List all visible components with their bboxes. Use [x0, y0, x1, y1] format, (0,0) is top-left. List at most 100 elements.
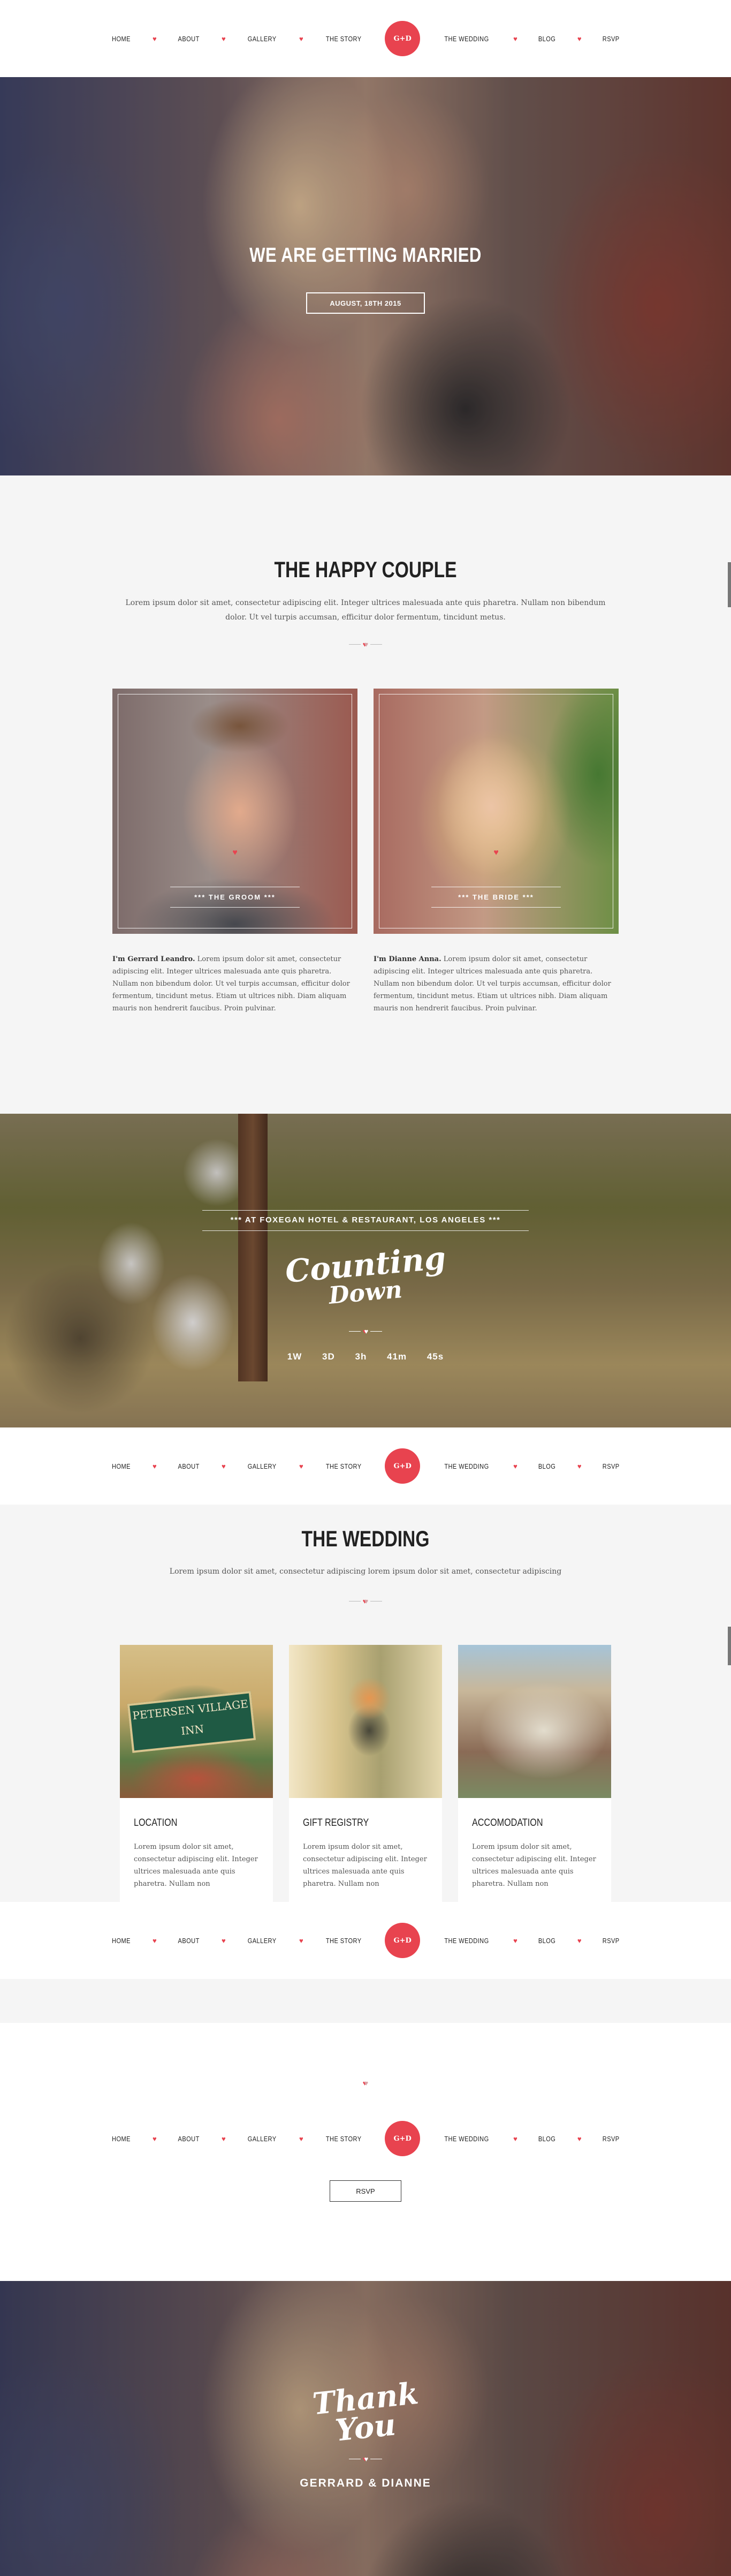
nav-about[interactable]: ABOUT: [178, 35, 199, 43]
logo[interactable]: G+D: [385, 2121, 421, 2156]
nav-about[interactable]: ABOUT: [178, 2135, 199, 2143]
card-title: LOCATION: [134, 1817, 178, 1829]
bride-bio-text: Lorem ipsum dolor sit amet, consectetur …: [374, 955, 611, 1013]
nav-blog[interactable]: BLOG: [538, 1462, 555, 1470]
heart-icon: ♥: [577, 34, 582, 43]
groom-bio-text: Lorem ipsum dolor sit amet, consectetur …: [112, 955, 350, 1013]
nav-the-story[interactable]: THE STORY: [326, 1937, 362, 1945]
nav-about[interactable]: ABOUT: [178, 1937, 199, 1945]
groom-name: I'm Gerrard Leandro.: [112, 955, 195, 963]
heart-icon: ♥: [299, 2134, 303, 2143]
timer-minutes: 41m: [387, 1351, 407, 1362]
heart-divider: ♥♥: [347, 2453, 384, 2464]
timer-weeks: 1W: [287, 1351, 302, 1362]
nav-the-wedding[interactable]: THE WEDDING: [444, 1937, 489, 1945]
heart-divider: ♥♥: [347, 2078, 384, 2088]
heart-icon: ♥: [513, 34, 517, 43]
gift-registry-card[interactable]: GIFT REGISTRY Lorem ipsum dolor sit amet…: [289, 1645, 442, 1902]
accomodation-card[interactable]: ACCOMODATION Lorem ipsum dolor sit amet,…: [458, 1645, 611, 1902]
heart-divider: ♥♥: [347, 639, 384, 649]
card-title: GIFT REGISTRY: [303, 1817, 369, 1829]
scroll-indicator[interactable]: [728, 562, 731, 607]
countdown-timer: 1W 3D 3h 41m 45s: [0, 1351, 731, 1362]
heart-icon: ♥: [513, 1462, 517, 1470]
logo[interactable]: G+D: [385, 1448, 421, 1484]
nav-home[interactable]: HOME: [112, 1462, 131, 1470]
venue-line-bottom: [202, 1230, 529, 1231]
couple-intro-line1: Lorem ipsum dolor sit amet, consectetur …: [125, 599, 606, 607]
nav-rsvp[interactable]: RSVP: [602, 1937, 619, 1945]
heart-icon: ♥: [221, 1462, 226, 1470]
nav-gallery[interactable]: GALLERY: [247, 1937, 276, 1945]
couple-names: GERRARD & DIANNE: [300, 2477, 431, 2489]
nav-home[interactable]: HOME: [112, 1937, 131, 1945]
heart-icon: ♥: [221, 34, 226, 43]
heart-icon: ♥: [577, 1936, 582, 1945]
rsvp-navigation: HOME ♥ ABOUT ♥ GALLERY ♥ THE STORY G+D T…: [0, 2100, 731, 2177]
bride-photo: ♥ *** THE BRIDE ***: [374, 689, 619, 934]
nav-the-story[interactable]: THE STORY: [326, 35, 362, 43]
hero-section: WE ARE GETTING MARRIED AUGUST, 18TH 2015: [0, 77, 731, 475]
hearts-icon: ♥♥: [362, 2454, 369, 2463]
divider-line: [370, 1331, 383, 1332]
wedding-intro: Lorem ipsum dolor sit amet, consectetur …: [169, 1567, 562, 1576]
groom-bio: I'm Gerrard Leandro. Lorem ipsum dolor s…: [112, 953, 357, 1015]
nav-the-story[interactable]: THE STORY: [326, 2135, 362, 2143]
hearts-icon: ♥♥: [362, 1597, 369, 1605]
heart-icon: ♥: [152, 2134, 157, 2143]
nav-rsvp[interactable]: RSVP: [602, 1462, 619, 1470]
card-title: ACCOMODATION: [472, 1817, 543, 1829]
nav-the-wedding[interactable]: THE WEDDING: [444, 1462, 489, 1470]
location-photo: PETERSEN VILLAGE INN: [120, 1645, 273, 1798]
sticky-navigation-overlap: HOME ♥ ABOUT ♥ GALLERY ♥ THE STORY G+D T…: [0, 1902, 731, 1979]
nav-rsvp[interactable]: RSVP: [602, 35, 619, 43]
nav-home[interactable]: HOME: [112, 2135, 131, 2143]
timer-hours: 3h: [355, 1351, 367, 1362]
hero-title: WE ARE GETTING MARRIED: [249, 244, 482, 267]
bride-bio: I'm Dianne Anna. Lorem ipsum dolor sit a…: [374, 953, 619, 1015]
nav-gallery[interactable]: GALLERY: [247, 35, 276, 43]
heart-icon: ♥: [513, 2134, 517, 2143]
nav-inner: HOME ♥ ABOUT ♥ GALLERY ♥ THE STORY G+D T…: [110, 2121, 621, 2156]
sticky-navigation: HOME ♥ ABOUT ♥ GALLERY ♥ THE STORY G+D T…: [0, 1427, 731, 1505]
heart-icon: ♥: [221, 1936, 226, 1945]
couple-intro: Lorem ipsum dolor sit amet, consectetur …: [109, 596, 622, 625]
logo[interactable]: G+D: [385, 1923, 421, 1958]
nav-blog[interactable]: BLOG: [538, 2135, 555, 2143]
nav-gallery[interactable]: GALLERY: [247, 2135, 276, 2143]
logo[interactable]: G+D: [385, 21, 421, 56]
heart-icon: ♥: [493, 848, 499, 857]
timer-days: 3D: [322, 1351, 335, 1362]
nav-blog[interactable]: BLOG: [538, 1937, 555, 1945]
card-text: Lorem ipsum dolor sit amet, consectetur …: [472, 1843, 596, 1888]
location-card[interactable]: PETERSEN VILLAGE INN LOCATION Lorem ipsu…: [120, 1645, 273, 1902]
timer-seconds: 45s: [427, 1351, 444, 1362]
hero-overlay: [0, 77, 731, 475]
nav-home[interactable]: HOME: [112, 35, 131, 43]
nav-gallery[interactable]: GALLERY: [247, 1462, 276, 1470]
nav-the-story[interactable]: THE STORY: [326, 1462, 362, 1470]
hearts-icon: ♥♥: [362, 1327, 369, 1335]
nav-inner: HOME ♥ ABOUT ♥ GALLERY ♥ THE STORY G+D T…: [110, 21, 621, 56]
rsvp-button[interactable]: RSVP: [330, 2180, 401, 2202]
heart-divider: ♥♥: [347, 1326, 384, 1336]
thank-you-section: Thank You ♥♥ GERRARD & DIANNE: [0, 2281, 731, 2576]
nav-blog[interactable]: BLOG: [538, 35, 555, 43]
nav-about[interactable]: ABOUT: [178, 1462, 199, 1470]
nav-the-wedding[interactable]: THE WEDDING: [444, 2135, 489, 2143]
heart-icon: ♥: [513, 1936, 517, 1945]
venue-text: *** AT FOXEGAN HOTEL & RESTAURANT, LOS A…: [230, 1215, 501, 1225]
top-navigation: HOME ♥ ABOUT ♥ GALLERY ♥ THE STORY G+D T…: [0, 0, 731, 77]
bride-label: *** THE BRIDE ***: [458, 893, 534, 901]
nav-inner: HOME ♥ ABOUT ♥ GALLERY ♥ THE STORY G+D T…: [110, 1923, 621, 1958]
countdown-section: *** AT FOXEGAN HOTEL & RESTAURANT, LOS A…: [0, 1114, 731, 1427]
inn-sign: PETERSEN VILLAGE INN: [127, 1691, 256, 1753]
nav-rsvp[interactable]: RSVP: [602, 2135, 619, 2143]
scroll-indicator[interactable]: [728, 1627, 731, 1665]
heart-icon: ♥: [152, 34, 157, 43]
nav-the-wedding[interactable]: THE WEDDING: [444, 35, 489, 43]
accomodation-photo: [458, 1645, 611, 1798]
couple-section: THE HAPPY COUPLE Lorem ipsum dolor sit a…: [0, 475, 731, 1114]
label-line-bottom: [431, 907, 561, 908]
couple-intro-line2: dolor. Ut vel turpis accumsan, efficitur…: [225, 613, 506, 622]
